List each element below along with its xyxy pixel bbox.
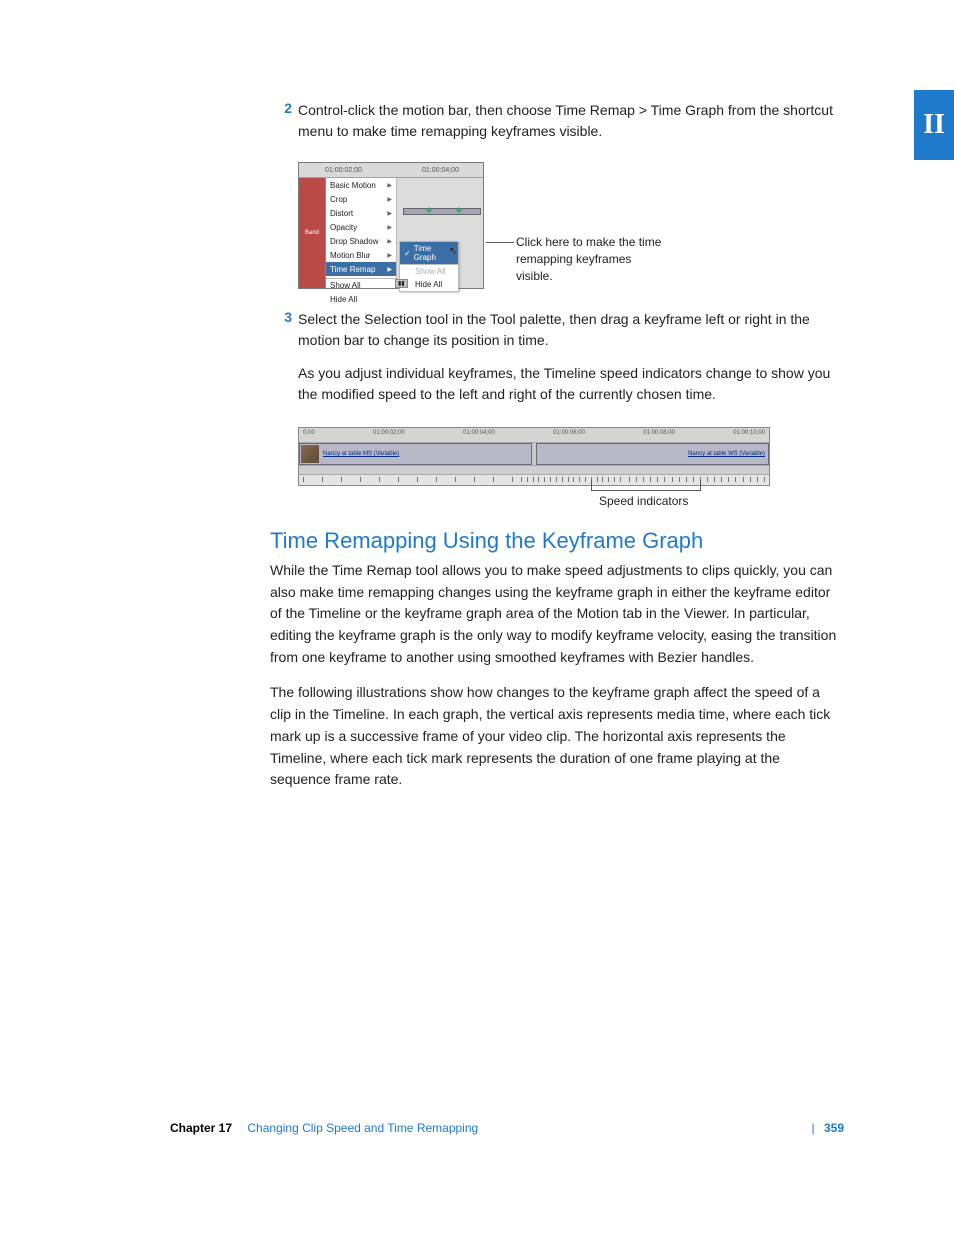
chapter-title: Changing Clip Speed and Time Remapping <box>247 1121 478 1135</box>
clip-label: Nancy at table WS (Variable) <box>688 451 765 457</box>
step-continuation: As you adjust individual keyframes, the … <box>298 363 844 405</box>
figure2-motion-bar[interactable] <box>299 465 769 474</box>
callout-text: Speed indicators <box>599 494 688 508</box>
menu-item-label: Basic Motion <box>330 181 376 190</box>
menu-item-motion-blur[interactable]: Motion Blur ▶ <box>326 248 396 262</box>
figure1-footer-tab: ▮▮ <box>395 279 408 288</box>
tick-group-sparse <box>299 477 517 482</box>
ruler-time: 01:00:02;00 <box>325 167 362 174</box>
context-menu: Basic Motion ▶ Crop ▶ Distort ▶ Opacity ▶ Dr… <box>326 178 397 288</box>
footer-chapter: Chapter 17 Changing Clip Speed and Time … <box>170 1121 478 1135</box>
footer-divider-icon: | <box>812 1121 815 1135</box>
clip-left[interactable]: Nancy at table MS (Variable) <box>299 443 532 465</box>
submenu-item-label: Time Graph <box>414 244 454 262</box>
figure2-clip-track: Nancy at table MS (Variable) Nancy at ta… <box>299 443 769 465</box>
clip-label: Nancy at table MS (Variable) <box>323 451 399 457</box>
menu-item-label: Time Remap <box>330 265 376 274</box>
step-2: 2 Control-click the motion bar, then cho… <box>270 100 844 142</box>
figure1-time-ruler: 01:00:02;00 01:00:04;00 <box>299 163 483 178</box>
menu-item-label: Hide All <box>330 295 357 304</box>
section-heading: Time Remapping Using the Keyframe Graph <box>270 528 844 554</box>
menu-item-drop-shadow[interactable]: Drop Shadow ▶ <box>326 234 396 248</box>
submenu-caret-icon: ▶ <box>387 210 392 217</box>
menu-item-label: Opacity <box>330 223 357 232</box>
figure1-track-label: Band <box>299 178 326 288</box>
check-icon: ✓ <box>404 249 411 258</box>
menu-item-distort[interactable]: Distort ▶ <box>326 206 396 220</box>
body-paragraph: While the Time Remap tool allows you to … <box>270 560 844 668</box>
motion-bar[interactable] <box>403 208 481 215</box>
callout-text: Click here to make the time remapping ke… <box>516 234 666 284</box>
ruler-time: 01:00:04;00 <box>463 430 495 442</box>
submenu-caret-icon: ▶ <box>387 266 392 273</box>
ruler-time: 01:00:04;00 <box>422 167 459 174</box>
figure-speed-indicators: 0;00 01:00:02;00 01:00:04;00 01:00:06;00… <box>298 427 844 486</box>
submenu-caret-icon: ▶ <box>387 224 392 231</box>
figure-shortcut-menu: 01:00:02;00 01:00:04;00 Band Basic Motio… <box>298 162 844 289</box>
clip-right[interactable]: Nancy at table WS (Variable) <box>536 443 769 465</box>
figure1-panel: 01:00:02;00 01:00:04;00 Band Basic Motio… <box>298 162 484 289</box>
submenu-item-hide-all[interactable]: Hide All <box>400 278 458 291</box>
menu-item-crop[interactable]: Crop ▶ <box>326 192 396 206</box>
step-number: 3 <box>270 309 292 325</box>
clip-thumbnail <box>301 445 319 463</box>
chapter-label: Chapter 17 <box>170 1121 232 1135</box>
menu-item-show-all[interactable]: Show All <box>326 278 396 293</box>
step-3: 3 Select the Selection tool in the Tool … <box>270 309 844 351</box>
submenu-caret-icon: ▶ <box>387 196 392 203</box>
step-text: Control-click the motion bar, then choos… <box>298 100 844 142</box>
body-paragraph: The following illustrations show how cha… <box>270 682 844 790</box>
ruler-time: 01:00:06;00 <box>553 430 585 442</box>
submenu-item-label: Show All <box>415 267 446 276</box>
menu-item-opacity[interactable]: Opacity ▶ <box>326 220 396 234</box>
submenu-caret-icon: ▶ <box>387 252 392 259</box>
submenu-caret-icon: ▶ <box>387 238 392 245</box>
menu-item-label: Distort <box>330 209 353 218</box>
page-footer: Chapter 17 Changing Clip Speed and Time … <box>100 1121 854 1135</box>
page: 2 Control-click the motion bar, then cho… <box>0 0 954 791</box>
menu-item-label: Show All <box>330 281 361 290</box>
callout-bracket <box>591 480 701 491</box>
figure2-panel: 0;00 01:00:02;00 01:00:04;00 01:00:06;00… <box>298 427 770 486</box>
menu-item-label: Crop <box>330 195 347 204</box>
step-text: Select the Selection tool in the Tool pa… <box>298 309 844 351</box>
menu-item-time-remap[interactable]: Time Remap ▶ <box>326 262 396 276</box>
footer-page: | 359 <box>806 1121 845 1135</box>
submenu-item-label: Hide All <box>415 280 442 289</box>
step-number: 2 <box>270 100 292 116</box>
menu-item-label: Motion Blur <box>330 251 370 260</box>
menu-item-basic-motion[interactable]: Basic Motion ▶ <box>326 178 396 192</box>
ruler-time: 0;00 <box>303 430 315 442</box>
ruler-time: 01:00:08;00 <box>643 430 675 442</box>
figure2-time-ruler: 0;00 01:00:02;00 01:00:04;00 01:00:06;00… <box>299 428 769 443</box>
cursor-icon: ↖ <box>449 246 457 257</box>
submenu-caret-icon: ▶ <box>387 182 392 189</box>
ruler-time: 01:00:10;00 <box>733 430 765 442</box>
submenu-item-show-all[interactable]: Show All <box>400 264 458 278</box>
ruler-time: 01:00:02;00 <box>373 430 405 442</box>
menu-item-label: Drop Shadow <box>330 237 378 246</box>
menu-item-hide-all[interactable]: Hide All <box>326 293 396 307</box>
page-number: 359 <box>824 1121 844 1135</box>
